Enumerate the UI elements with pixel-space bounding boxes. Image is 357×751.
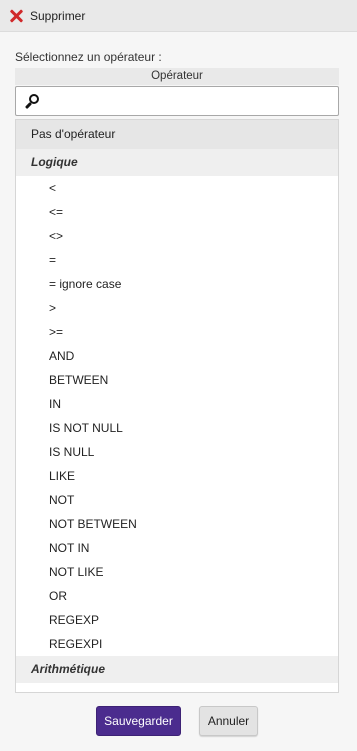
prompt-text: Sélectionnez un opérateur : <box>15 50 162 64</box>
search-field[interactable] <box>15 86 339 116</box>
operator-option[interactable]: LIKE <box>16 464 338 488</box>
cancel-button[interactable]: Annuler <box>199 706 258 736</box>
operator-option[interactable]: IN <box>16 392 338 416</box>
operator-option[interactable]: IS NULL <box>16 440 338 464</box>
operator-option[interactable]: NOT LIKE <box>16 560 338 584</box>
group-header-logique: Logique <box>16 149 338 176</box>
panel-title: Opérateur <box>15 68 339 85</box>
operator-option[interactable]: IS NOT NULL <box>16 416 338 440</box>
group-header-arithmetique: Arithmétique <box>16 656 338 683</box>
search-icon <box>24 93 41 110</box>
close-icon <box>9 9 23 23</box>
operator-option[interactable]: NOT IN <box>16 536 338 560</box>
operator-option[interactable]: = <box>16 248 338 272</box>
operator-option[interactable]: REGEXPI <box>16 632 338 656</box>
operator-option[interactable]: <> <box>16 224 338 248</box>
operator-option[interactable]: = ignore case <box>16 272 338 296</box>
operator-option[interactable]: BETWEEN <box>16 368 338 392</box>
operator-option[interactable]: > <box>16 296 338 320</box>
delete-label: Supprimer <box>30 8 86 23</box>
delete-button[interactable]: Supprimer <box>0 0 357 32</box>
operator-option[interactable]: NOT <box>16 488 338 512</box>
no-operator-option[interactable]: Pas d'opérateur <box>16 120 338 149</box>
operator-option[interactable]: REGEXP <box>16 608 338 632</box>
operator-option[interactable]: NOT BETWEEN <box>16 512 338 536</box>
save-button[interactable]: Sauvegarder <box>96 706 181 736</box>
operator-option[interactable]: <= <box>16 200 338 224</box>
operator-option[interactable]: >= <box>16 320 338 344</box>
list-item-partial[interactable] <box>16 683 338 692</box>
operator-option[interactable]: AND <box>16 344 338 368</box>
operator-option[interactable]: OR <box>16 584 338 608</box>
search-input[interactable] <box>47 88 338 114</box>
operator-list[interactable]: Pas d'opérateur Logique < <= <> = = igno… <box>15 119 339 693</box>
operator-option[interactable]: < <box>16 176 338 200</box>
